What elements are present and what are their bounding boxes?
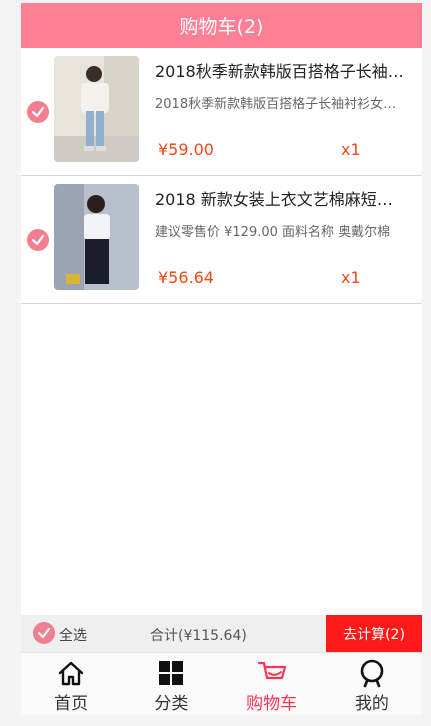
item-checkbox[interactable] — [27, 101, 49, 123]
product-desc: 建议零售价 ¥129.00 面料名称 奥戴尔棉 — [155, 225, 391, 240]
cart-icon — [257, 661, 286, 680]
page-header: 购物车(2) — [21, 3, 422, 48]
product-price: ¥59.00 — [158, 140, 214, 159]
cart-item[interactable]: 2018秋季新款韩版百搭格子长袖衬衫 2018秋季新款韩版百搭格子长袖衬衫女宽松… — [21, 48, 422, 176]
select-all-label[interactable]: 全选 — [59, 625, 87, 645]
product-image[interactable] — [54, 184, 139, 290]
product-desc: 2018秋季新款韩版百搭格子长袖衬衫女宽松上衣 — [155, 97, 400, 112]
phone-frame: 购物车(2) 2018秋季新款韩版百搭格子长袖衬衫 2018秋季新款韩版百搭格子… — [21, 3, 422, 715]
check-icon — [31, 234, 45, 246]
nav-item-profile[interactable]: 我的 — [322, 653, 422, 715]
item-checkbox[interactable] — [27, 229, 49, 251]
nav-item-category[interactable]: 分类 — [121, 653, 221, 715]
product-qty: x1 — [341, 268, 361, 287]
check-icon — [31, 106, 45, 118]
product-qty: x1 — [341, 140, 361, 159]
product-price: ¥56.64 — [158, 268, 214, 287]
check-icon — [37, 627, 51, 639]
nav-label: 我的 — [354, 694, 389, 714]
page-title: 购物车(2) — [179, 16, 264, 38]
category-icon — [159, 661, 184, 685]
cart-item[interactable]: 2018 新款女装上衣文艺棉麻短袖T恤 建议零售价 ¥129.00 面料名称 奥… — [21, 176, 422, 304]
profile-icon — [360, 659, 384, 688]
nav-item-cart[interactable]: 购物车 — [222, 653, 322, 715]
nav-item-home[interactable]: 首页 — [21, 653, 121, 715]
product-title[interactable]: 2018 新款女装上衣文艺棉麻短袖T恤 — [155, 186, 405, 210]
product-image[interactable] — [54, 56, 139, 162]
nav-label: 分类 — [154, 694, 189, 714]
checkout-button[interactable]: 去计算(2) — [326, 615, 422, 652]
nav-label: 首页 — [54, 694, 89, 714]
select-all-checkbox[interactable] — [33, 622, 55, 644]
bottom-nav: 首页 分类 购物车 我的 — [21, 652, 422, 715]
total-amount: 合计(¥115.64) — [150, 628, 247, 644]
home-icon — [58, 661, 84, 686]
checkout-bar: 全选 合计(¥115.64) 去计算(2) — [21, 615, 422, 652]
product-title[interactable]: 2018秋季新款韩版百搭格子长袖衬衫 — [155, 58, 405, 82]
nav-label: 购物车 — [246, 694, 298, 714]
